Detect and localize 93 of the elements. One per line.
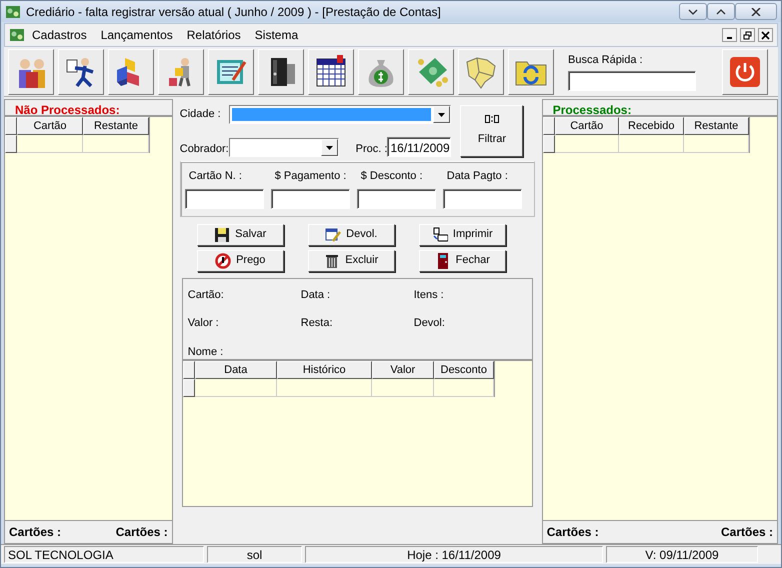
input-field[interactable]	[270, 188, 350, 208]
edit-icon	[325, 226, 342, 242]
close-button[interactable]	[735, 3, 777, 20]
caret-icon	[438, 112, 445, 116]
row-indicator	[5, 135, 17, 153]
input-field[interactable]	[356, 188, 436, 208]
collector-dropdown[interactable]	[228, 138, 339, 157]
row-indicator	[182, 378, 195, 396]
table-cell	[434, 378, 494, 396]
app-icon	[9, 27, 25, 43]
menu-item[interactable]: Sistema	[248, 26, 306, 44]
table-cell	[17, 135, 83, 153]
table-cell	[684, 135, 749, 153]
filter-icon	[484, 114, 499, 123]
table-cell	[618, 135, 684, 153]
save-icon	[214, 226, 230, 242]
menu-item[interactable]: Relatórios	[180, 26, 248, 44]
table-cell	[83, 135, 149, 153]
close-icon	[761, 30, 770, 40]
date-field[interactable]: 16/11/2009	[387, 137, 452, 157]
field-label: Valor :	[188, 316, 220, 331]
filter-button[interactable]: Filtrar	[460, 105, 524, 157]
column-header: Data	[194, 360, 277, 378]
field-label: Data Pagto :	[446, 169, 509, 184]
maximize-button[interactable]	[707, 3, 735, 20]
column-header: Valor	[372, 360, 434, 378]
action-button[interactable]: Prego	[196, 250, 284, 272]
app-icon	[5, 4, 21, 20]
minimize-icon	[688, 8, 698, 16]
input-field[interactable]	[184, 188, 264, 208]
column-header: Cartão	[554, 117, 619, 135]
caret-icon	[326, 146, 333, 150]
search-label: Busca Rápida :	[568, 52, 644, 68]
menu-item[interactable]: Cadastros	[25, 26, 94, 44]
header-corner	[182, 360, 195, 378]
field-label: Nome :	[188, 344, 224, 360]
field-label: Cidade :	[180, 107, 222, 122]
search-field[interactable]	[568, 71, 696, 92]
panel-title: Processados:	[552, 103, 632, 117]
field-label: Resta:	[300, 316, 334, 331]
close-icon	[751, 8, 761, 16]
field-label: Cartão N. :	[188, 169, 243, 184]
column-header: Histórico	[276, 360, 372, 378]
window-title: Crediário - falta registrar versão atual ( Junho / 2009 ) - [Prestação de Contas]	[26, 4, 442, 20]
footer-label: Cartões :	[116, 524, 168, 541]
footer-label: Cartões :	[9, 524, 62, 541]
mdi-restore-button[interactable]	[740, 28, 755, 42]
toolbar-button[interactable]	[58, 48, 104, 94]
field-label: Proc. :	[356, 142, 388, 156]
column-header: Restante	[83, 117, 149, 135]
field-label: $ Desconto :	[360, 169, 424, 184]
footer-label: Cartões :	[546, 524, 599, 541]
status-pane: sol	[207, 546, 302, 563]
status-pane: Hoje : 16/11/2009	[305, 546, 603, 563]
trash-icon	[324, 252, 340, 268]
printer-icon	[432, 226, 448, 242]
input-field[interactable]	[442, 188, 522, 208]
minimize-button[interactable]	[679, 3, 707, 20]
field-label: Cartão:	[188, 288, 225, 302]
minimize-icon	[727, 37, 732, 39]
status-pane: V: 09/11/2009	[606, 546, 758, 563]
table-cell	[372, 378, 434, 396]
action-button[interactable]: Devol.	[308, 224, 395, 246]
action-button[interactable]: Fechar	[418, 250, 506, 272]
column-header: Cartão	[17, 117, 83, 135]
row-indicator	[542, 135, 555, 153]
restore-icon	[743, 30, 752, 40]
footer-label: Cartões :	[720, 524, 773, 541]
field-label: Data :	[300, 288, 332, 302]
column-header: Desconto	[434, 360, 494, 378]
menu-item[interactable]: Lançamentos	[94, 26, 180, 44]
mdi-minimize-button[interactable]	[722, 28, 737, 42]
mdi-close-button[interactable]	[758, 28, 773, 42]
action-button[interactable]: Imprimir	[418, 224, 506, 246]
power-icon	[729, 56, 761, 88]
status-pane: SOL TECNOLOGIA	[4, 546, 204, 563]
maximize-icon	[716, 8, 726, 16]
toolbar-button[interactable]	[108, 48, 154, 94]
power-button[interactable]	[722, 48, 768, 94]
field-label: $ Pagamento :	[274, 169, 348, 184]
column-header: Recebido	[618, 117, 684, 135]
field-label: Devol:	[414, 316, 446, 331]
action-button[interactable]: Salvar	[196, 224, 284, 246]
column-header: Restante	[684, 117, 749, 135]
city-dropdown[interactable]	[228, 105, 451, 124]
field-label: Itens :	[414, 288, 445, 302]
action-button[interactable]: Excluir	[308, 250, 395, 272]
field-label: Cobrador:	[180, 142, 229, 156]
panel-title: Não Processados:	[15, 103, 120, 117]
toolbar-button[interactable]	[308, 48, 354, 94]
toolbar-button[interactable]	[258, 48, 304, 94]
forbidden-icon	[215, 252, 232, 268]
table-cell	[554, 135, 619, 153]
